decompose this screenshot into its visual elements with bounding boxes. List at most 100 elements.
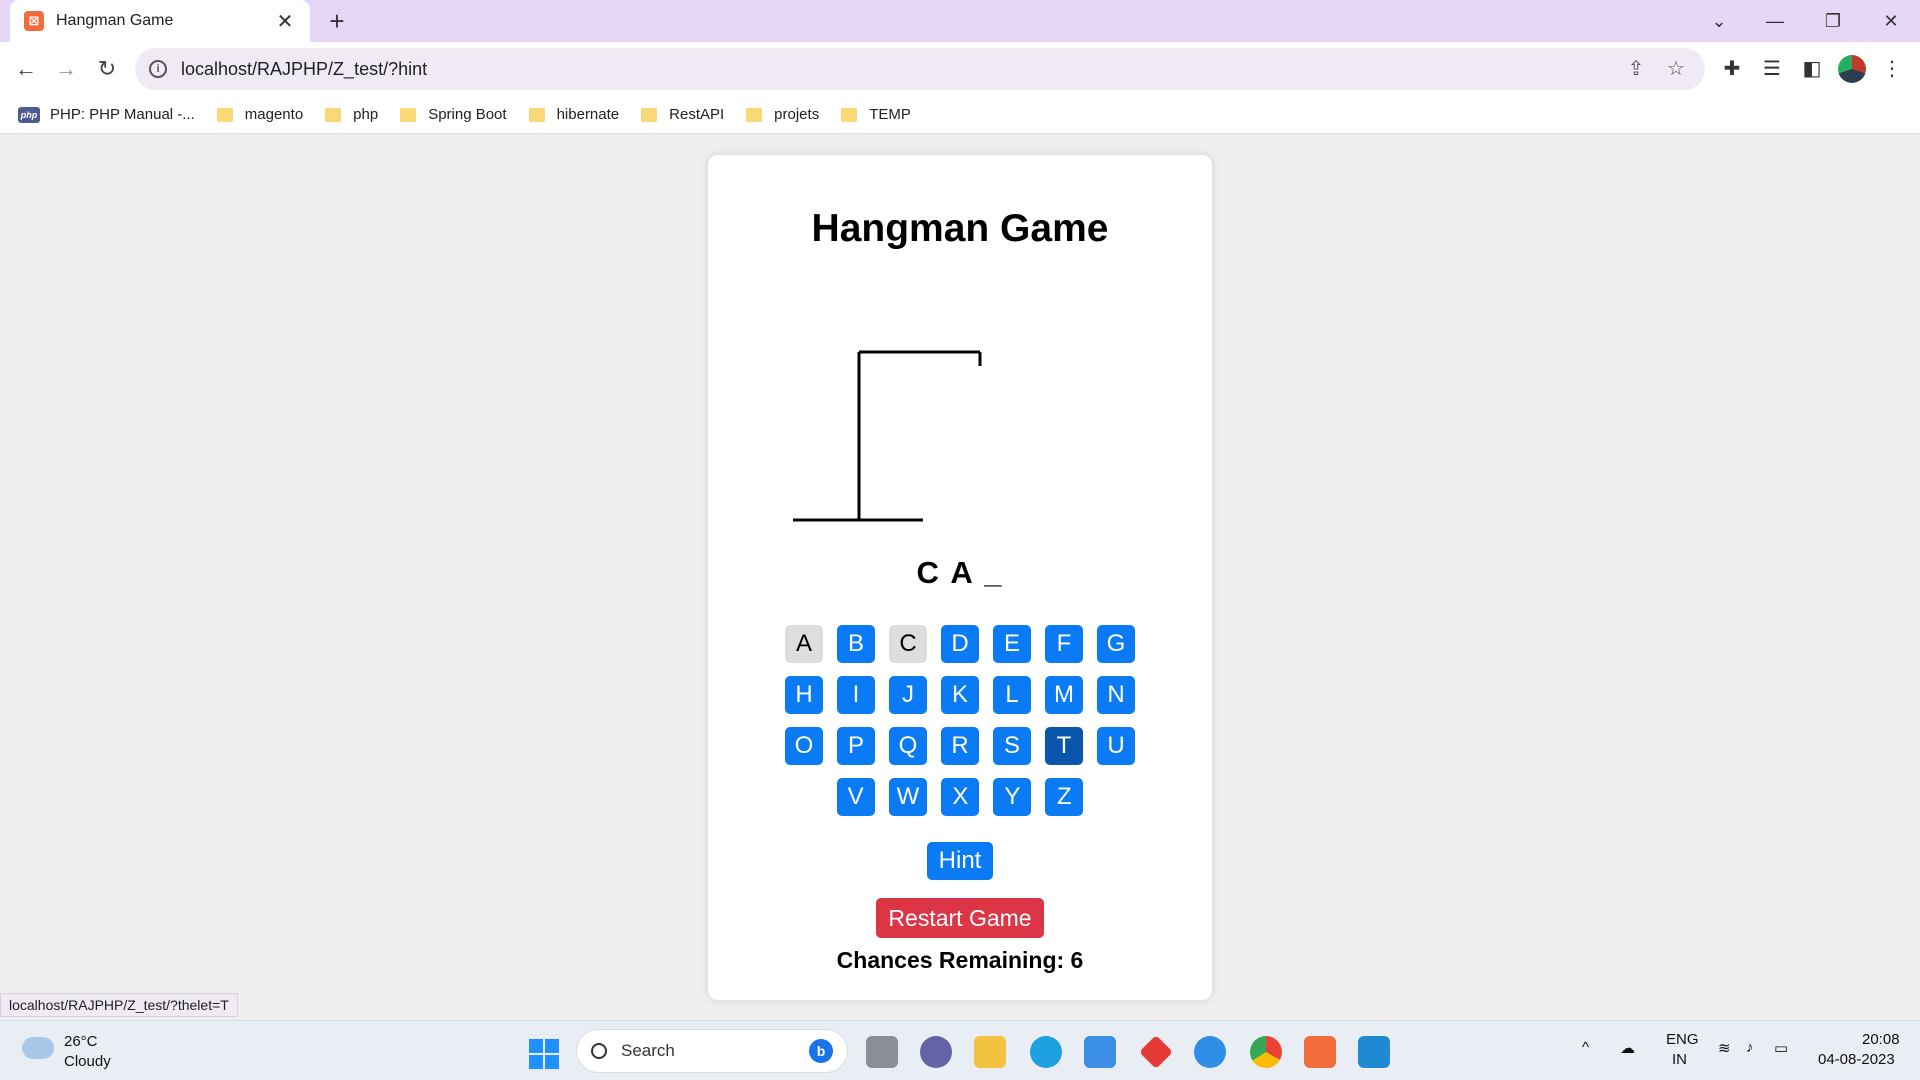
bookmark-magento[interactable]: magento [216, 106, 303, 123]
chrome-icon[interactable] [1250, 1036, 1282, 1068]
avatar[interactable] [1838, 55, 1866, 83]
bookmark-temp[interactable]: TEMP [841, 106, 911, 123]
bookmark-label: TEMP [869, 106, 911, 123]
xampp-icon[interactable] [1304, 1036, 1336, 1068]
forward-button[interactable]: → [50, 53, 82, 85]
letter-button-i[interactable]: I [837, 676, 875, 714]
letter-button-k[interactable]: K [941, 676, 979, 714]
bookmark-spring-boot[interactable]: Spring Boot [400, 106, 507, 123]
xampp-icon: ⊠ [24, 11, 44, 31]
extensions-icon[interactable]: ✚ [1716, 53, 1748, 85]
anydesk-icon[interactable] [1139, 1035, 1173, 1069]
hint-button[interactable]: Hint [927, 842, 993, 880]
letter-button-z[interactable]: Z [1045, 778, 1084, 816]
letter-button-m[interactable]: M [1045, 676, 1083, 714]
windows-start-icon[interactable] [529, 1039, 559, 1069]
letter-button-c[interactable]: C [889, 625, 927, 663]
letter-button-p[interactable]: P [837, 727, 875, 765]
letter-button-d[interactable]: D [941, 625, 979, 663]
letter-button-f[interactable]: F [1045, 625, 1083, 663]
cloud-icon[interactable] [22, 1037, 54, 1059]
letter-button-v[interactable]: V [836, 778, 875, 816]
region-code[interactable]: IN [1672, 1051, 1687, 1068]
letter-button-l[interactable]: L [993, 676, 1031, 714]
keyboard-row: OPQRSTU [708, 727, 1212, 765]
edge-icon[interactable] [1030, 1036, 1062, 1068]
letter-button-h[interactable]: H [785, 676, 823, 714]
help-icon[interactable] [1194, 1036, 1226, 1068]
letter-button-s[interactable]: S [993, 727, 1031, 765]
info-icon[interactable]: i [149, 60, 167, 78]
folder-icon [641, 107, 658, 122]
letter-button-o[interactable]: O [785, 727, 823, 765]
file-explorer-icon[interactable] [974, 1036, 1006, 1068]
back-button[interactable]: ← [10, 53, 42, 85]
letter-button-u[interactable]: U [1097, 727, 1135, 765]
word-display: C A _ [916, 555, 1004, 590]
letter-button-n[interactable]: N [1097, 676, 1135, 714]
folder-icon [746, 107, 763, 122]
chances-remaining: Chances Remaining: 6 [836, 947, 1084, 973]
url-text[interactable]: localhost/RAJPHP/Z_test/?hint [181, 59, 1611, 80]
close-icon[interactable]: ✕ [274, 9, 296, 34]
battery-icon[interactable]: ▭ [1774, 1039, 1788, 1057]
minimize-button[interactable]: — [1752, 0, 1798, 42]
taskbar: 26°C Cloudy Search b ^ ☁ ENG IN ≋ ♪ ▭ 20… [0, 1020, 1920, 1080]
onedrive-icon[interactable]: ☁ [1620, 1039, 1635, 1057]
bookmark-php-manual[interactable]: php PHP: PHP Manual -... [18, 106, 195, 123]
tab-hangman[interactable]: ⊠ Hangman Game ✕ [10, 0, 310, 42]
weather-condition[interactable]: Cloudy [64, 1053, 111, 1070]
bookmark-label: PHP: PHP Manual -... [50, 106, 195, 123]
store-icon[interactable] [1084, 1036, 1116, 1068]
letter-button-j[interactable]: J [889, 676, 927, 714]
window-close-button[interactable]: ✕ [1868, 0, 1914, 42]
menu-icon[interactable]: ⋮ [1876, 53, 1908, 85]
volume-icon[interactable]: ♪ [1746, 1039, 1754, 1056]
folder-icon [216, 107, 233, 122]
taskbar-search[interactable]: Search b [577, 1030, 847, 1072]
letter-button-b[interactable]: B [837, 625, 875, 663]
bookmark-php[interactable]: php [325, 106, 378, 123]
letter-button-r[interactable]: R [941, 727, 979, 765]
letter-button-y[interactable]: Y [993, 778, 1032, 816]
letter-button-w[interactable]: W [888, 778, 928, 816]
address-bar[interactable]: i localhost/RAJPHP/Z_test/?hint ⇪ ☆ [135, 48, 1705, 90]
star-icon[interactable]: ☆ [1661, 54, 1691, 84]
bookmark-label: php [353, 106, 379, 123]
folder-icon [325, 107, 342, 122]
reload-button[interactable]: ↻ [91, 53, 123, 85]
bookmark-label: hibernate [556, 106, 620, 123]
letter-button-e[interactable]: E [993, 625, 1031, 663]
wifi-icon[interactable]: ≋ [1718, 1039, 1731, 1057]
restore-button[interactable]: ❐ [1810, 0, 1856, 42]
clock-time[interactable]: 20:08 [1862, 1031, 1900, 1048]
task-view-icon[interactable] [866, 1036, 898, 1068]
folder-icon [528, 107, 545, 122]
bookmark-hibernate[interactable]: hibernate [528, 106, 620, 123]
restart-game-button[interactable]: Restart Game [876, 898, 1044, 938]
letter-button-g[interactable]: G [1097, 625, 1135, 663]
tab-search-chevron-icon[interactable]: ⌄ [1696, 0, 1742, 42]
bookmark-projets[interactable]: projets [746, 106, 819, 123]
share-icon[interactable]: ⇪ [1621, 54, 1651, 84]
letter-button-t[interactable]: T [1045, 727, 1083, 765]
bookmarks-bar: php PHP: PHP Manual -... magento php Spr… [0, 96, 1920, 134]
new-tab-button[interactable]: + [322, 6, 352, 36]
bookmark-label: projets [774, 106, 820, 123]
vscode-icon[interactable] [1358, 1036, 1390, 1068]
search-icon [591, 1043, 607, 1059]
letter-button-x[interactable]: X [941, 778, 980, 816]
letter-button-a[interactable]: A [785, 625, 823, 663]
bing-icon[interactable]: b [809, 1039, 833, 1063]
folder-icon [841, 107, 858, 122]
letter-button-q[interactable]: Q [889, 727, 927, 765]
side-panel-icon[interactable]: ◧ [1796, 53, 1828, 85]
chevron-up-icon[interactable]: ^ [1582, 1039, 1589, 1056]
clock-date[interactable]: 04-08-2023 [1818, 1051, 1895, 1068]
weather-temperature[interactable]: 26°C [64, 1033, 98, 1050]
bookmark-restapi[interactable]: RestAPI [641, 106, 724, 123]
language-code[interactable]: ENG [1666, 1031, 1699, 1048]
media-control-icon[interactable]: ☰ [1756, 53, 1788, 85]
teams-icon[interactable] [920, 1036, 952, 1068]
bookmark-label: Spring Boot [428, 106, 507, 123]
